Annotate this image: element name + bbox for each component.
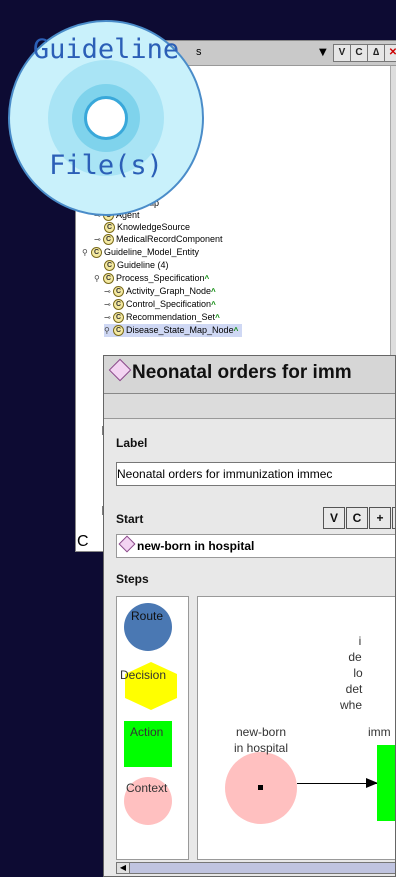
- class-icon: C: [113, 286, 124, 298]
- collapse-icon[interactable]: ⚲: [82, 248, 90, 257]
- guideline-file-disc: Guideline File(s): [8, 20, 204, 216]
- class-icon: C: [103, 234, 114, 246]
- partial-text-line: whe: [339, 698, 362, 712]
- class-icon: C: [104, 222, 115, 234]
- context-node-label: new-born in hospital: [233, 725, 289, 755]
- tree-item-label: Recommendation_Set: [126, 312, 216, 322]
- start-value: new-born in hospital: [137, 539, 255, 553]
- start-section-title: Start: [116, 512, 144, 526]
- view-button[interactable]: V: [333, 44, 351, 62]
- tree-item-label: MedicalRecordComponent: [116, 234, 223, 244]
- form-toolbar: [104, 394, 395, 419]
- partial-text-line: i: [358, 634, 362, 648]
- collapse-icon[interactable]: ⚲: [94, 274, 102, 283]
- connector-line: [297, 783, 377, 784]
- class-icon: C: [77, 533, 89, 550]
- tree-item-medicalrecordcomponent[interactable]: ⊸ C MedicalRecordComponent: [94, 233, 223, 246]
- step-palette: Route Decision Action Context: [116, 596, 189, 860]
- expand-icon[interactable]: ⊸: [94, 235, 102, 244]
- tree-item-recommendation-set[interactable]: ⊸ C Recommendation_Set^: [104, 311, 220, 324]
- node-anchor: [258, 785, 263, 790]
- expand-icon[interactable]: ⊸: [104, 313, 112, 322]
- partial-text-line: det: [345, 682, 363, 696]
- disc-hole: [84, 96, 128, 140]
- tree-item-label: Process_Specification: [116, 273, 205, 283]
- tree-item-disease-state-map-node[interactable]: ⚲ C Disease_State_Map_Node^: [104, 324, 243, 337]
- horizontal-scrollbar[interactable]: ◀: [116, 862, 395, 874]
- partial-text-line: lo: [353, 666, 363, 680]
- form-title: Neonatal orders for imm: [132, 362, 352, 383]
- class-icon: C: [113, 299, 124, 311]
- remove-start-button[interactable]: [392, 507, 395, 529]
- route-label: Route: [131, 609, 164, 623]
- tree-item-guideline-model-entity[interactable]: ⚲ C Guideline_Model_Entity: [82, 246, 199, 259]
- form-titlebar: Neonatal orders for imm: [104, 356, 395, 394]
- tree-item-label: Guideline (4): [117, 260, 169, 270]
- tree-item-control-specification[interactable]: ⊸ C Control_Specification^: [104, 298, 216, 311]
- create-button[interactable]: C: [350, 44, 368, 62]
- guideline-form-window: Neonatal orders for imm Label Neonatal o…: [103, 355, 396, 877]
- action-node[interactable]: [377, 745, 395, 821]
- label-section-title: Label: [116, 436, 148, 450]
- add-start-button[interactable]: +: [369, 507, 391, 529]
- context-label: Context: [126, 781, 168, 795]
- action-label: Action: [130, 725, 164, 739]
- dropdown-arrow-icon[interactable]: ▼: [319, 47, 327, 58]
- steps-section-title: Steps: [116, 572, 149, 586]
- tree-item-label: KnowledgeSource: [117, 222, 191, 232]
- tree-item-activity-graph-node[interactable]: ⊸ C Activity_Graph_Node^: [104, 285, 216, 298]
- tree-item-guideline[interactable]: C Guideline (4): [104, 259, 169, 272]
- create-start-button[interactable]: C: [346, 507, 368, 529]
- delete-button[interactable]: ✕: [384, 44, 396, 62]
- label-field[interactable]: Neonatal orders for immunization immec: [116, 462, 395, 486]
- action-node-label: imm: [368, 725, 391, 739]
- tree-item-label: Control_Specification: [126, 299, 212, 309]
- class-icon: C: [113, 325, 124, 337]
- class-icon: C: [113, 312, 124, 324]
- expand-icon[interactable]: ⊸: [104, 300, 112, 309]
- references-button[interactable]: ∆: [367, 44, 385, 62]
- instance-icon: [108, 358, 132, 382]
- class-icon: C: [103, 273, 114, 285]
- disc-title-line2: File(s): [49, 150, 163, 181]
- class-icon: C: [104, 260, 115, 272]
- partial-text-line: de: [348, 650, 362, 664]
- class-icon: C: [91, 247, 102, 259]
- disc-title-line1: Guideline: [32, 34, 180, 65]
- tree-item-process-specification[interactable]: ⚲ C Process_Specification^: [94, 272, 209, 285]
- tree-item-label: Disease_State_Map_Node: [126, 325, 234, 335]
- view-start-button[interactable]: V: [323, 507, 345, 529]
- tree-item-label: Activity_Graph_Node: [126, 286, 212, 296]
- instance-icon: [118, 535, 136, 553]
- decision-label: Decision: [120, 668, 167, 682]
- scroll-left-icon[interactable]: ◀: [117, 863, 130, 873]
- start-field[interactable]: new-born in hospital: [116, 534, 395, 558]
- expand-icon[interactable]: ⊸: [104, 287, 112, 296]
- steps-canvas[interactable]: i de lo det whe new-born in hospital imm: [197, 596, 395, 860]
- tree-item-label: Guideline_Model_Entity: [104, 247, 200, 257]
- collapse-icon[interactable]: ⚲: [104, 326, 112, 335]
